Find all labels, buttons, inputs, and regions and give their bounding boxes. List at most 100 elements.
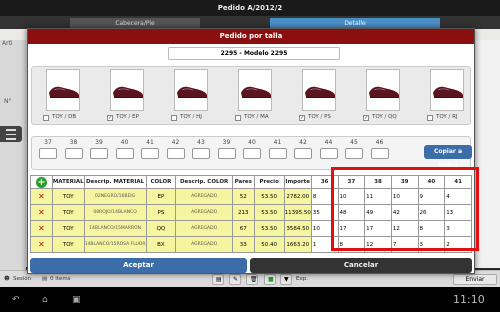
color-option[interactable]: TOY / RJ xyxy=(424,69,470,124)
color-option[interactable]: TOY / MA xyxy=(232,69,290,124)
size-input-group: 42 xyxy=(166,139,186,159)
delete-row-cell: ✕ xyxy=(30,188,53,205)
size-input-group: 40 xyxy=(242,139,262,159)
size-input-group: 38 xyxy=(64,139,84,159)
cell-precio: 50.40 xyxy=(253,236,285,253)
session-label[interactable]: Sesión xyxy=(13,274,31,284)
color-checkbox[interactable]: ✓ xyxy=(299,115,305,121)
color-option[interactable]: ✓ TOY / QQ xyxy=(360,69,418,124)
items-count[interactable]: 0 items xyxy=(50,274,71,284)
size-label: 41 xyxy=(146,139,154,146)
col-color: COLOR xyxy=(145,175,177,189)
delete-row-cell: ✕ xyxy=(30,204,53,221)
size-quantity-input[interactable] xyxy=(115,148,134,159)
cell-pares: 213 xyxy=(231,204,255,221)
delete-icon[interactable]: ✕ xyxy=(38,240,45,249)
color-checkbox[interactable]: ✓ xyxy=(363,115,369,121)
color-option-label: TOY / HJ xyxy=(180,114,202,120)
size-quantity-input[interactable] xyxy=(345,148,363,159)
size-label: 39 xyxy=(95,139,103,146)
color-checkbox[interactable]: ✓ xyxy=(107,115,113,121)
col-desc-color: Descrip. COLOR xyxy=(175,175,233,189)
color-option[interactable]: ✓ TOY / PS xyxy=(296,69,354,124)
size-input-group: 39 xyxy=(89,139,109,159)
base-sidebar xyxy=(0,40,26,270)
color-checkbox[interactable] xyxy=(235,115,241,121)
copy-to-all-button[interactable]: Copiar a todos xyxy=(424,145,472,169)
shoe-image xyxy=(46,69,80,111)
color-option[interactable]: TOY / DB xyxy=(40,69,98,124)
size-quantity-input[interactable] xyxy=(217,148,236,159)
delete-icon[interactable]: ✕ xyxy=(38,192,45,201)
cancel-button[interactable]: Cancelar xyxy=(250,258,472,273)
shoe-image xyxy=(430,69,464,111)
side-menu-button[interactable] xyxy=(0,126,22,142)
size-quantity-input[interactable] xyxy=(243,148,261,159)
size-label: 45 xyxy=(350,139,358,146)
color-selector-strip: TOY / DB ✓ TOY / EP TOY / HJ TOY / MA ✓ TOY / … xyxy=(31,66,471,125)
size-label: 43 xyxy=(197,139,205,146)
color-checkbox[interactable] xyxy=(427,115,433,121)
color-option-label: TOY / QQ xyxy=(372,114,397,120)
cell-color: EP xyxy=(145,188,177,205)
size-quantities-highlight xyxy=(331,167,479,251)
cell-importe: 11395.50 xyxy=(283,204,312,221)
cell-material: TOY xyxy=(51,236,85,253)
size-quantity-input[interactable] xyxy=(64,148,83,159)
size-quantity-input[interactable] xyxy=(166,148,185,159)
accept-button[interactable]: Aceptar xyxy=(30,258,247,273)
size-quantity-input[interactable] xyxy=(141,148,159,159)
delete-icon[interactable]: ✕ xyxy=(38,224,45,233)
size-label: 44 xyxy=(324,139,333,146)
color-option-label: TOY / PS xyxy=(308,114,331,120)
size-label: 46 xyxy=(375,139,384,146)
base-label-numero: N° xyxy=(4,98,12,105)
home-icon[interactable]: ⌂ xyxy=(42,295,48,305)
size-input-group: 43 xyxy=(191,139,211,159)
size-quantity-input[interactable] xyxy=(192,148,210,159)
size-quantity-input[interactable] xyxy=(370,148,389,159)
cell-pares: 52 xyxy=(231,188,255,205)
shoe-image xyxy=(302,69,336,111)
size-quantity-input[interactable] xyxy=(90,148,108,159)
delete-icon[interactable]: 🗑 xyxy=(246,274,258,285)
color-checkbox[interactable] xyxy=(171,115,177,121)
app-title: Pedido A/2012/2 xyxy=(0,0,500,16)
cell-pares: 67 xyxy=(231,220,255,237)
size-quantity-input[interactable] xyxy=(39,148,57,159)
size-copy-strip: Copiar a todos 37 38 39 40 41 42 43 39 40 41 42 44 4… xyxy=(31,136,472,170)
cell-desc-color: AGREGADO xyxy=(175,236,233,253)
system-clock: 11:10 xyxy=(453,293,485,306)
back-icon[interactable]: ↶ xyxy=(12,295,20,305)
color-option[interactable]: ✓ TOY / EP xyxy=(104,69,162,124)
cell-importe: 1663.20 xyxy=(283,236,312,253)
cell-desc-material: 14BLANCO/15ROSA FLUOR xyxy=(83,236,147,253)
size-quantity-input[interactable] xyxy=(268,148,287,159)
export-button[interactable]: Exp. xyxy=(296,274,308,284)
cell-material: TOY xyxy=(51,204,85,221)
user-icon: ☻ xyxy=(4,276,10,282)
color-option-label: TOY / EP xyxy=(116,114,139,120)
size-input-group: 45 xyxy=(344,139,364,159)
size-quantity-input[interactable] xyxy=(319,148,338,159)
lock-icon[interactable]: ■ xyxy=(264,274,276,285)
recent-apps-icon[interactable]: ▣ xyxy=(72,295,81,305)
col-pares: Pares xyxy=(231,175,255,189)
send-button[interactable]: Enviar xyxy=(453,274,497,285)
cell-material: TOY xyxy=(51,220,85,237)
size-quantity-input[interactable] xyxy=(294,148,312,159)
size-input-group: 41 xyxy=(268,139,288,159)
edit-icon[interactable]: ✎ xyxy=(229,274,241,285)
shoe-image xyxy=(174,69,208,111)
send-label: Enviar xyxy=(465,276,485,283)
add-icon[interactable]: + xyxy=(35,176,47,188)
size-input-group: 37 xyxy=(38,139,58,159)
cell-color: BX xyxy=(145,236,177,253)
color-option[interactable]: TOY / HJ xyxy=(168,69,226,124)
document-icon[interactable]: ▤ xyxy=(212,274,224,285)
size-input-group: 39 xyxy=(217,139,237,159)
dialog-title: Pedido por talla xyxy=(28,29,474,44)
delete-icon[interactable]: ✕ xyxy=(38,208,45,217)
dropdown-icon[interactable]: ▼ xyxy=(280,274,292,285)
color-checkbox[interactable] xyxy=(43,115,49,121)
